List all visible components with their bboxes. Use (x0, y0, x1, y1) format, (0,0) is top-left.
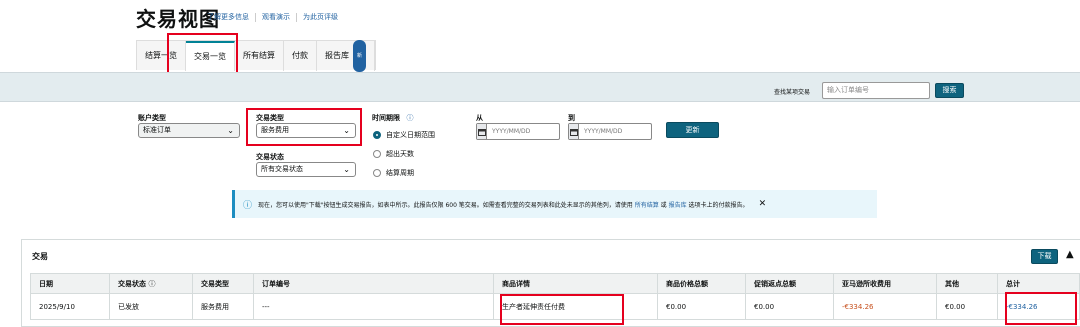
from-date-field[interactable] (476, 123, 560, 140)
download-button[interactable]: 下载 (1031, 249, 1058, 264)
col-header[interactable]: 日期 (30, 273, 110, 294)
col-header[interactable]: 其他 (936, 273, 998, 294)
col-header-label: 交易状态 (118, 279, 146, 288)
divider (296, 12, 297, 22)
close-icon[interactable]: ✕ (759, 199, 767, 209)
table-header-row: 日期 交易状态 ⓘ 交易类型 订单编号 商品详情 商品价格总额 促销返点总额 亚… (30, 273, 1080, 294)
radio-dot (373, 131, 381, 139)
highlight-box (246, 108, 362, 146)
radio-label: 超出天数 (386, 150, 414, 158)
radio-past-days[interactable]: 超出天数 (373, 149, 414, 159)
col-header[interactable]: 亚马逊所收费用 (833, 273, 937, 294)
cell-order-id: --- (253, 293, 494, 320)
from-date-input[interactable] (487, 124, 559, 139)
divider (255, 12, 256, 22)
to-label: 到 (568, 114, 575, 122)
highlight-box (1005, 292, 1077, 325)
radio-dot (373, 169, 381, 177)
account-type-label: 账户类型 (138, 114, 166, 122)
rate-page-link[interactable]: 为此页评级 (303, 12, 338, 22)
col-header[interactable]: 商品详情 (493, 273, 658, 294)
info-icon[interactable]: ⓘ (148, 280, 155, 288)
calendar-icon[interactable] (569, 124, 579, 139)
radio-dot (373, 150, 381, 158)
select-value: 标准订单 (143, 126, 171, 134)
info-text-part: 选项卡上的付款报告。 (688, 201, 749, 209)
reports-repository-link[interactable]: 报告库 (669, 202, 687, 209)
cell-amazon-fees: -€334.26 (833, 293, 937, 320)
col-header[interactable]: 促销返点总额 (745, 273, 834, 294)
select-value: 所有交易状态 (261, 165, 303, 173)
to-date-field[interactable] (568, 123, 652, 140)
cell-other: €0.00 (936, 293, 998, 320)
radio-settlement-period[interactable]: 结算周期 (373, 168, 414, 178)
all-statements-link[interactable]: 所有结算 (635, 202, 659, 209)
highlight-box (500, 294, 624, 325)
cell-product-total: €0.00 (657, 293, 746, 320)
label-text: 时间期限 (372, 114, 400, 122)
search-button[interactable]: 搜索 (935, 83, 964, 98)
info-text-part: 或 (660, 201, 667, 209)
from-label: 从 (476, 114, 483, 122)
to-date-input[interactable] (579, 124, 651, 139)
tab-label: 付款 (292, 51, 308, 60)
new-badge: 新 (353, 40, 367, 72)
chevron-down-icon: ⌄ (343, 165, 350, 174)
transactions-title: 交易 (32, 252, 48, 261)
update-button[interactable]: 更新 (666, 122, 719, 138)
calendar-icon[interactable] (477, 124, 487, 139)
radio-custom-range[interactable]: 自定义日期范围 (373, 130, 435, 140)
cell-date: 2025/9/10 (30, 293, 110, 320)
info-text: 现在，您可以使用"下载"按钮生成交易报告，如表中所示。此报告仅限 600 笔交易… (258, 200, 749, 209)
info-text-part: 现在，您可以使用"下载"按钮生成交易报告，如表中所示。此报告仅限 600 笔交易… (258, 201, 633, 209)
txn-status-label: 交易状态 (256, 153, 284, 161)
tab-payments[interactable]: 付款 (284, 41, 317, 71)
order-search-input[interactable]: 输入订单编号 (822, 82, 930, 99)
learn-more-link[interactable]: 了解更多信息 (207, 12, 249, 22)
warning-icon: ▲ (1066, 249, 1074, 260)
chevron-down-icon: ⌄ (227, 126, 234, 135)
col-header[interactable]: 总计 (997, 273, 1080, 294)
help-icon[interactable]: ⓘ (406, 114, 413, 122)
cell-type: 服务费用 (192, 293, 254, 320)
info-banner: ⓘ 现在，您可以使用"下载"按钮生成交易报告，如表中所示。此报告仅限 600 笔… (232, 190, 877, 218)
tab-label: 所有结算 (243, 51, 275, 60)
txn-status-select[interactable]: 所有交易状态 ⌄ (256, 162, 356, 177)
cell-promo-total: €0.00 (745, 293, 834, 320)
tab-all-statements[interactable]: 所有结算 (235, 41, 284, 71)
col-header[interactable]: 交易状态 ⓘ (109, 273, 193, 294)
col-header[interactable]: 交易类型 (192, 273, 254, 294)
account-type-select[interactable]: 标准订单 ⌄ (138, 123, 240, 138)
cell-status: 已发放 (109, 293, 193, 320)
radio-label: 结算周期 (386, 169, 414, 177)
col-header[interactable]: 订单编号 (253, 273, 494, 294)
search-label: 查找某项交易 (774, 89, 811, 96)
watch-demo-link[interactable]: 观看演示 (262, 12, 290, 22)
info-icon: ⓘ (243, 200, 253, 211)
tab-label: 报告库 (325, 51, 349, 60)
header-links: 了解更多信息 观看演示 为此页评级 (207, 12, 338, 22)
radio-label: 自定义日期范围 (386, 131, 435, 139)
col-header[interactable]: 商品价格总额 (657, 273, 746, 294)
tab-reports-repository[interactable]: 报告库新 (317, 40, 376, 72)
time-period-label: 时间期限 ⓘ (372, 113, 413, 123)
